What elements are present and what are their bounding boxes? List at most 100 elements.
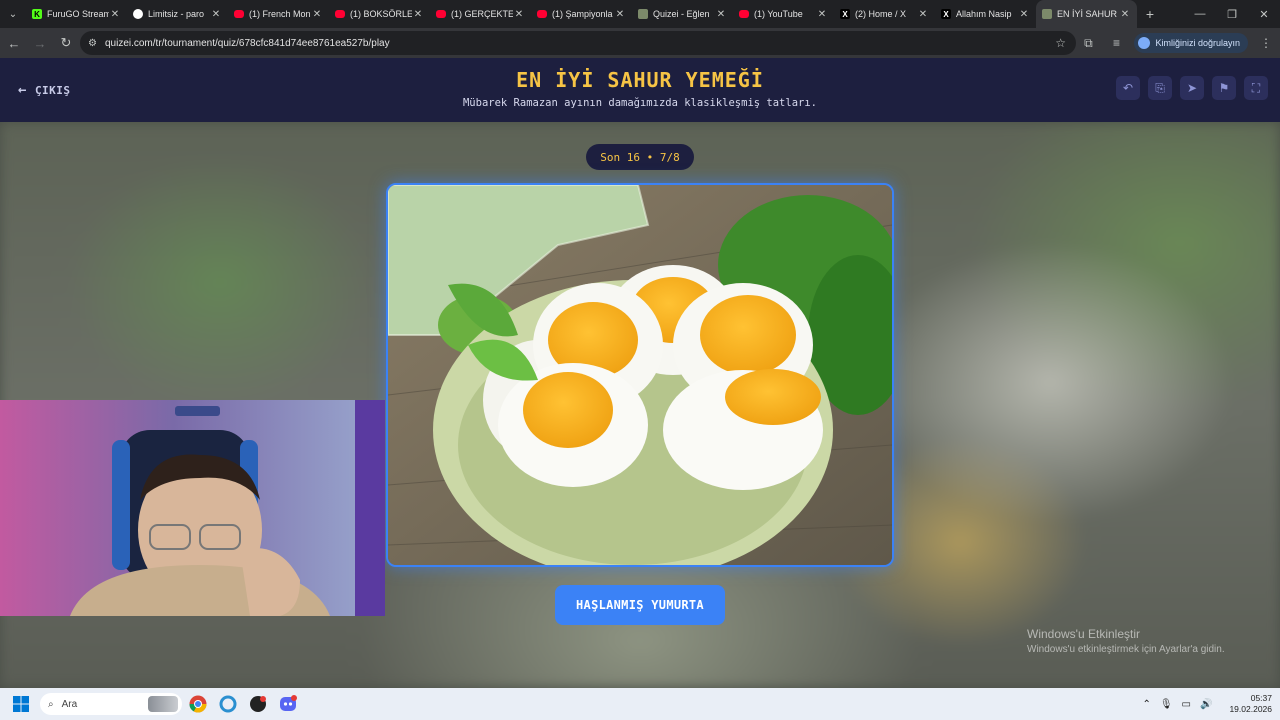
browser-tab[interactable]: (1) YouTube ✕ — [733, 0, 834, 28]
tab-title: (1) GERÇEKTEN — [451, 9, 513, 19]
clock-time: 05:37 — [1250, 693, 1272, 703]
tab-search-icon[interactable]: ⌄ — [0, 0, 26, 28]
quizei-icon — [1042, 9, 1052, 19]
address-bar[interactable]: ⚙ quizei.com/tr/tournament/quiz/678cfc84… — [80, 31, 1076, 55]
share-icon[interactable]: ⎘ — [1148, 76, 1172, 100]
profile-avatar-icon — [1138, 37, 1151, 49]
browser-tab[interactable]: Quizei - Eğlen ✕ — [632, 0, 733, 28]
quiz-page: ← ÇIKIŞ EN İYİ SAHUR YEMEĞİ Mübarek Rama… — [0, 58, 1280, 688]
window-controls: — ❐ ✕ — [1184, 0, 1280, 28]
bookmark-star-icon[interactable]: ☆ — [1055, 36, 1066, 50]
windows-start-icon[interactable] — [6, 688, 36, 720]
search-icon: ⌕ — [48, 698, 54, 710]
tab-title: Limitsiz - paro — [148, 9, 205, 19]
fullscreen-icon[interactable]: ⛶ — [1244, 76, 1268, 100]
close-tab-icon[interactable]: ✕ — [412, 9, 424, 20]
quizei-icon — [638, 9, 648, 19]
youtube-icon — [234, 10, 244, 18]
choice-button[interactable]: HAŞLANMIŞ YUMURTA — [555, 585, 725, 625]
windows-activation-watermark: Windows'u Etkinleştir Windows'u etkinleş… — [1027, 627, 1225, 655]
activation-subtitle: Windows'u etkinleştirmek için Ayarlar'a … — [1027, 644, 1225, 655]
new-tab-button[interactable]: + — [1137, 6, 1163, 22]
tab-title: Quizei - Eğlen — [653, 9, 710, 19]
clock[interactable]: 05:37 19.02.2026 — [1229, 693, 1272, 715]
webcam-overlay — [0, 400, 385, 616]
browser-tab[interactable]: (1) BOKSÖRLER✕ — [329, 0, 430, 28]
close-tab-icon[interactable]: ✕ — [311, 9, 323, 20]
close-tab-icon[interactable]: ✕ — [1018, 9, 1030, 20]
app-icon[interactable] — [244, 690, 272, 718]
header-actions: ↶ ⎘ ➤ ⚑ ⛶ — [1116, 76, 1268, 100]
close-tab-icon[interactable]: ✕ — [210, 9, 222, 20]
microphone-icon[interactable]: 🎙 — [1160, 699, 1173, 710]
quiz-title: EN İYİ SAHUR YEMEĞİ — [516, 68, 764, 92]
reload-icon[interactable]: ↻ — [54, 31, 78, 55]
reading-list-icon[interactable]: ≡ — [1102, 36, 1130, 50]
browser-tab[interactable]: K FuruGO Stream ✕ — [26, 0, 127, 28]
tab-strip: ⌄ K FuruGO Stream ✕ Limitsiz - paro ✕ (1) Fre… — [0, 0, 1280, 28]
chrome-icon[interactable] — [184, 690, 212, 718]
app-icon[interactable] — [214, 690, 242, 718]
back-icon[interactable]: ← — [2, 31, 26, 55]
network-icon[interactable]: ▭ — [1182, 699, 1191, 710]
minimize-icon[interactable]: — — [1184, 0, 1216, 28]
close-tab-icon[interactable]: ✕ — [109, 9, 121, 20]
webcam-feed-image — [0, 400, 385, 616]
close-window-icon[interactable]: ✕ — [1248, 0, 1280, 28]
youtube-icon — [335, 10, 345, 18]
extensions-icon[interactable]: ⧉ — [1074, 36, 1102, 51]
youtube-icon — [537, 10, 547, 18]
forward-icon[interactable]: → — [28, 31, 52, 55]
flag-icon[interactable]: ⚑ — [1212, 76, 1236, 100]
k-logo-icon: K — [32, 9, 42, 19]
browser-tab[interactable]: (1) French Mon ✕ — [228, 0, 329, 28]
quiz-header: ← ÇIKIŞ EN İYİ SAHUR YEMEĞİ Mübarek Rama… — [0, 58, 1280, 122]
system-tray: ⌃ 🎙 ▭ 🔊 05:37 19.02.2026 — [1142, 688, 1272, 720]
discord-icon[interactable] — [274, 690, 302, 718]
browser-tab[interactable]: (1) Şampiyonla ✕ — [531, 0, 632, 28]
circle-logo-icon — [133, 9, 143, 19]
youtube-icon — [436, 10, 446, 18]
x-logo-icon: X — [941, 9, 951, 19]
browser-tab[interactable]: X (2) Home / X ✕ — [834, 0, 935, 28]
choice-image-card[interactable] — [386, 183, 894, 567]
quiz-subtitle: Mübarek Ramazan ayının damağımızda klasi… — [462, 97, 817, 109]
tab-title: FuruGO Stream — [47, 9, 109, 19]
close-tab-icon[interactable]: ✕ — [917, 9, 929, 20]
send-icon[interactable]: ➤ — [1180, 76, 1204, 100]
clock-date: 19.02.2026 — [1229, 704, 1272, 714]
restore-icon[interactable]: ❐ — [1216, 0, 1248, 28]
browser-tab[interactable]: Limitsiz - paro ✕ — [127, 0, 228, 28]
tab-title: (1) BOKSÖRLER — [350, 9, 412, 19]
volume-icon[interactable]: 🔊 — [1200, 699, 1212, 710]
profile-button[interactable]: Kimliğinizi doğrulayın — [1134, 33, 1248, 53]
browser-tab[interactable]: EN İYİ SAHUR ✕ — [1036, 0, 1137, 28]
close-tab-icon[interactable]: ✕ — [614, 9, 626, 20]
tabs-container: K FuruGO Stream ✕ Limitsiz - paro ✕ (1) Frenc… — [26, 0, 1137, 28]
search-highlight-image — [148, 696, 178, 712]
tab-title: (2) Home / X — [855, 9, 907, 19]
url-text: quizei.com/tr/tournament/quiz/678cfc841d… — [104, 37, 390, 49]
site-info-icon[interactable]: ⚙ — [88, 38, 97, 49]
tab-title: EN İYİ SAHUR — [1057, 9, 1118, 19]
browser-tab[interactable]: X Allahım Nasip ✕ — [935, 0, 1036, 28]
x-logo-icon: X — [840, 9, 850, 19]
chevron-up-icon[interactable]: ⌃ — [1142, 699, 1150, 710]
close-tab-icon[interactable]: ✕ — [715, 9, 727, 20]
browser-tab[interactable]: (1) GERÇEKTEN✕ — [430, 0, 531, 28]
tab-title: (1) YouTube — [754, 9, 803, 19]
taskbar: ⌕ Ara ⌃ 🎙 ▭ 🔊 05:37 19.02.2026 — [0, 688, 1280, 720]
close-tab-icon[interactable]: ✕ — [513, 9, 525, 20]
tab-title: Allahım Nasip — [956, 9, 1012, 19]
toolbar-right: ⧉ ≡ Kimliğinizi doğrulayın ⋮ — [1074, 28, 1280, 58]
undo-icon[interactable]: ↶ — [1116, 76, 1140, 100]
boiled-eggs-image — [388, 185, 892, 565]
tab-title: (1) French Mon — [249, 9, 311, 19]
profile-label: Kimliğinizi doğrulayın — [1155, 38, 1240, 48]
activation-title: Windows'u Etkinleştir — [1027, 627, 1140, 641]
menu-kebab-icon[interactable]: ⋮ — [1252, 36, 1280, 50]
tab-title: (1) Şampiyonla — [552, 9, 613, 19]
close-tab-icon[interactable]: ✕ — [1119, 9, 1131, 20]
close-tab-icon[interactable]: ✕ — [816, 9, 828, 20]
taskbar-search[interactable]: ⌕ Ara — [40, 693, 182, 715]
